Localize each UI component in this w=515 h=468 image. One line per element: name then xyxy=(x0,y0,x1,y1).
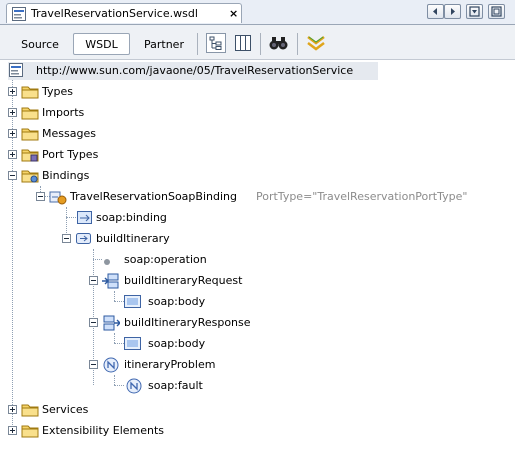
tree-view-icon[interactable] xyxy=(206,33,226,56)
folder-icon xyxy=(21,126,39,144)
tree-node-label: Bindings xyxy=(42,169,90,182)
folder-icon xyxy=(21,402,39,420)
tree-node-label: buildItinerary xyxy=(96,232,170,245)
output-message-icon xyxy=(102,315,121,334)
expand-icon[interactable] xyxy=(8,150,17,159)
tree-node-label: Port Types xyxy=(42,148,99,161)
fault-icon xyxy=(103,357,119,376)
input-message-icon xyxy=(102,273,120,292)
soap-body-icon xyxy=(124,294,142,312)
tab-partner[interactable]: Partner xyxy=(136,33,192,55)
tree-node-services[interactable]: Services xyxy=(0,399,510,420)
tree-node-label: soap:binding xyxy=(96,211,167,224)
tree-node-label: Extensibility Elements xyxy=(42,424,165,437)
expand-icon[interactable] xyxy=(8,129,17,138)
wsdl-tree: http://www.sun.com/javaone/05/TravelRese… xyxy=(0,60,515,468)
tree-node-soap-operation[interactable]: soap:operation xyxy=(0,249,510,270)
expand-icon[interactable] xyxy=(8,87,17,96)
tree-node-extensibility[interactable]: Extensibility Elements xyxy=(0,420,510,441)
tree-node-root[interactable]: http://www.sun.com/javaone/05/TravelRese… xyxy=(0,60,510,81)
tree-node-label: Types xyxy=(42,85,73,98)
tree-node-label: buildItineraryRequest xyxy=(124,274,243,287)
document-tab-bar: TravelReservationService.wsdl × xyxy=(0,0,515,25)
document-tab-title: TravelReservationService.wsdl xyxy=(31,7,198,20)
tree-node-label: Messages xyxy=(42,127,96,140)
folder-icon xyxy=(21,423,39,441)
view-toolbar: Source WSDL Partner xyxy=(0,25,515,60)
collapse-icon[interactable] xyxy=(36,192,45,201)
binding-folder-icon xyxy=(21,168,39,186)
find-binoculars-icon[interactable] xyxy=(268,33,290,56)
tree-node-label: soap:body xyxy=(148,337,206,350)
tab-wsdl[interactable]: WSDL xyxy=(73,33,130,55)
validate-icon[interactable] xyxy=(306,33,326,56)
toolbar-separator xyxy=(197,33,198,55)
tree-node-fault[interactable]: itineraryProblem xyxy=(0,354,510,375)
toolbar-separator xyxy=(260,33,261,55)
tree-node-label: Imports xyxy=(42,106,85,119)
tree-node-label: Services xyxy=(42,403,89,416)
collapse-icon[interactable] xyxy=(89,318,98,327)
document-tab[interactable]: TravelReservationService.wsdl × xyxy=(6,3,242,23)
porttype-attribute: PortType="TravelReservationPortType" xyxy=(256,190,468,203)
soap-body-icon xyxy=(124,336,142,354)
expand-icon[interactable] xyxy=(8,405,17,414)
tree-node-label: TravelReservationSoapBinding xyxy=(70,190,237,203)
document-list-icon[interactable] xyxy=(466,4,483,19)
scroll-left-icon[interactable] xyxy=(427,4,444,19)
expand-icon[interactable] xyxy=(8,426,17,435)
tree-node-label: buildItineraryResponse xyxy=(124,316,251,329)
tree-node-types[interactable]: Types xyxy=(0,81,510,102)
tree-node-output[interactable]: buildItineraryResponse xyxy=(0,312,510,333)
collapse-icon[interactable] xyxy=(89,360,98,369)
tree-node-imports[interactable]: Imports xyxy=(0,102,510,123)
tree-node-operation[interactable]: buildItinerary xyxy=(0,228,510,249)
bullet-icon xyxy=(103,256,111,269)
tree-node-soap-binding[interactable]: TravelReservationSoapBinding PortType="T… xyxy=(0,186,510,207)
close-tab-icon[interactable]: × xyxy=(229,7,238,20)
tree-node-port-types[interactable]: Port Types xyxy=(0,144,510,165)
tree-node-bindings[interactable]: Bindings xyxy=(0,165,510,186)
tree-node-messages[interactable]: Messages xyxy=(0,123,510,144)
scroll-right-icon[interactable] xyxy=(444,4,461,19)
tree-node-soap-binding-element[interactable]: soap:binding xyxy=(0,207,510,228)
tab-source[interactable]: Source xyxy=(14,33,66,55)
folder-icon xyxy=(21,105,39,123)
operation-icon xyxy=(76,231,92,249)
column-view-icon[interactable] xyxy=(233,33,253,56)
tree-node-response-body[interactable]: soap:body xyxy=(0,333,510,354)
soap-fault-icon xyxy=(126,378,142,397)
tree-node-label: soap:body xyxy=(148,295,206,308)
folder-icon xyxy=(21,84,39,102)
collapse-icon[interactable] xyxy=(8,171,17,180)
tree-node-label: itineraryProblem xyxy=(124,358,216,371)
expand-icon[interactable] xyxy=(8,108,17,117)
wsdl-file-icon xyxy=(12,7,26,24)
tree-node-label: soap:fault xyxy=(148,379,203,392)
tree-node-input[interactable]: buildItineraryRequest xyxy=(0,270,510,291)
binding-icon xyxy=(49,189,67,208)
wsdl-file-icon xyxy=(9,63,23,80)
collapse-icon[interactable] xyxy=(89,276,98,285)
tree-node-soap-fault[interactable]: soap:fault xyxy=(0,375,510,396)
toolbar-separator xyxy=(297,33,298,55)
tree-node-label: http://www.sun.com/javaone/05/TravelRese… xyxy=(36,64,354,77)
maximize-icon[interactable] xyxy=(488,4,505,19)
collapse-icon[interactable] xyxy=(62,234,71,243)
porttype-folder-icon xyxy=(21,147,39,165)
tree-node-request-body[interactable]: soap:body xyxy=(0,291,510,312)
soap-binding-icon xyxy=(77,210,93,228)
tree-node-label: soap:operation xyxy=(124,253,207,266)
